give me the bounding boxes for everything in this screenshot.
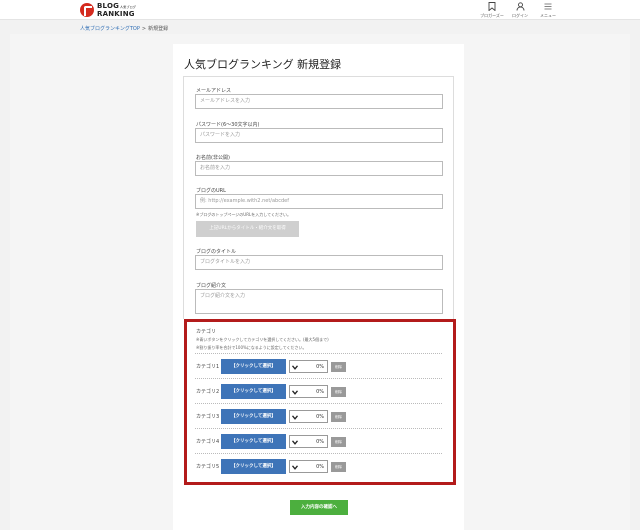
blog-title-label: ブログのタイトル: [196, 249, 237, 255]
category-note-select: ※青いボタンをクリックしてカテゴリを選択してください。(最大5個まで): [196, 337, 329, 342]
chevron-down-icon: [292, 415, 298, 420]
chevron-down-icon: [292, 390, 298, 395]
category-note-ratio: ※割り振り率を合計で100%になるように設定してください。: [196, 345, 307, 350]
category-percent-select[interactable]: 0%: [289, 410, 328, 423]
bookmark-icon: [488, 2, 496, 11]
category-row-label: カテゴリ4: [196, 439, 220, 445]
nav-login[interactable]: ログイン: [506, 2, 534, 19]
category-title: カテゴリ: [196, 329, 217, 335]
blog-url-note: ※ブログのトップページのURLを入力してください。: [196, 212, 291, 217]
category-percent-value: 0%: [316, 389, 324, 395]
nav-menu[interactable]: メニュー: [534, 2, 562, 19]
category-divider: [195, 453, 442, 454]
chevron-down-icon: [292, 440, 298, 445]
site-header: BLOG 人気ブログ RANKING ブロガーズー ログイン メニュー: [0, 0, 640, 20]
blog-intro-textarea[interactable]: ブログ紹介文を入力: [195, 289, 443, 314]
category-select-button[interactable]: 【クリックして選択】: [221, 459, 286, 474]
breadcrumb: 人気ブログランキングTOP > 新規登録: [80, 25, 168, 32]
category-divider: [195, 428, 442, 429]
category-delete-button[interactable]: 削除: [331, 362, 346, 372]
category-row-label: カテゴリ2: [196, 389, 220, 395]
category-row-label: カテゴリ5: [196, 464, 220, 470]
category-percent-value: 0%: [316, 364, 324, 370]
category-percent-select[interactable]: 0%: [289, 385, 328, 398]
category-select-button[interactable]: 【クリックして選択】: [221, 409, 286, 424]
category-percent-select[interactable]: 0%: [289, 460, 328, 473]
menu-icon: [544, 3, 552, 10]
category-delete-button[interactable]: 削除: [331, 412, 346, 422]
chevron-down-icon: [292, 465, 298, 470]
user-icon: [516, 2, 524, 11]
logo-mark-icon: [80, 3, 94, 17]
nav-menu-label: メニュー: [540, 13, 556, 18]
breadcrumb-home-link[interactable]: 人気ブログランキングTOP: [80, 26, 140, 32]
logo-subtext: 人気ブログ: [120, 5, 137, 9]
category-percent-select[interactable]: 0%: [289, 360, 328, 373]
category-percent-value: 0%: [316, 439, 324, 445]
category-delete-button[interactable]: 削除: [331, 387, 346, 397]
breadcrumb-separator: >: [141, 26, 147, 32]
page-title: 人気ブログランキング 新規登録: [184, 58, 342, 71]
category-select-button[interactable]: 【クリックして選択】: [221, 359, 286, 374]
name-field[interactable]: お名前を入力: [195, 161, 443, 176]
category-percent-select[interactable]: 0%: [289, 435, 328, 448]
category-select-button[interactable]: 【クリックして選択】: [221, 434, 286, 449]
nav-bloggers[interactable]: ブロガーズー: [478, 2, 506, 19]
category-divider: [195, 403, 442, 404]
category-row-label: カテゴリ1: [196, 364, 220, 370]
breadcrumb-current: 新規登録: [148, 26, 169, 32]
blog-title-field[interactable]: ブログタイトルを入力: [195, 255, 443, 270]
blog-url-field[interactable]: 例: http://example.with2.net/abcdef: [195, 194, 443, 209]
category-select-button[interactable]: 【クリックして選択】: [221, 384, 286, 399]
fetch-title-button[interactable]: 上記URLからタイトル・紹介文を取得: [196, 221, 299, 237]
password-label: パスワード(6〜30文字以内): [196, 122, 260, 128]
logo-text-ranking: RANKING: [97, 10, 135, 18]
password-field[interactable]: パスワードを入力: [195, 128, 443, 143]
category-percent-value: 0%: [316, 414, 324, 420]
category-delete-button[interactable]: 削除: [331, 462, 346, 472]
category-divider: [195, 378, 442, 379]
site-logo[interactable]: BLOG 人気ブログ RANKING: [80, 2, 136, 18]
category-row-label: カテゴリ3: [196, 414, 220, 420]
category-divider: [195, 353, 442, 354]
logo-text-blog: BLOG: [97, 2, 120, 10]
chevron-down-icon: [292, 365, 298, 370]
category-delete-button[interactable]: 削除: [331, 437, 346, 447]
email-label: メールアドレス: [196, 88, 232, 94]
blog-intro-label: ブログ紹介文: [196, 283, 227, 289]
category-percent-value: 0%: [316, 464, 324, 470]
nav-bloggers-label: ブロガーズー: [480, 13, 504, 18]
name-label: お名前(非公開): [196, 155, 230, 161]
confirm-input-button[interactable]: 入力内容の確認へ: [290, 500, 348, 515]
blog-url-label: ブログのURL: [196, 188, 226, 194]
email-field[interactable]: メールアドレスを入力: [195, 94, 443, 109]
nav-login-label: ログイン: [512, 13, 528, 18]
